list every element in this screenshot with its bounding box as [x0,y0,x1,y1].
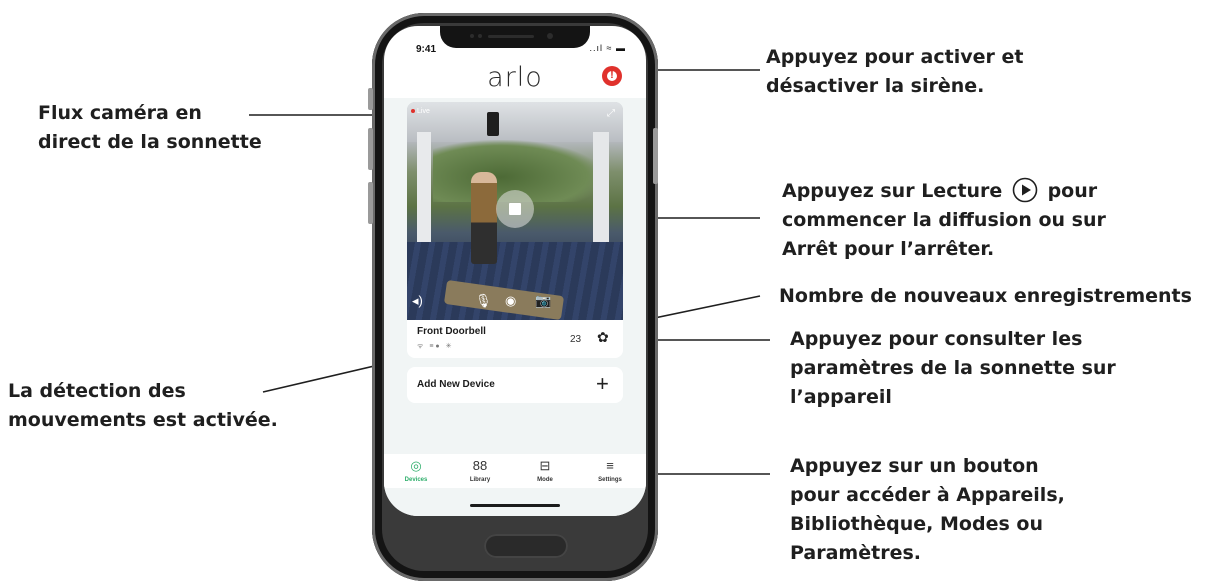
callout-line: direct de la sonnette [38,131,262,153]
microphone-icon[interactable]: 🎙 [475,294,492,308]
power-button [653,128,658,184]
plus-icon: + [596,371,609,396]
siren-callout: Appuyez pour activer et désactiver la si… [766,43,1023,101]
callout-line: l’appareil [790,386,892,408]
status-icons: ..ıl ≈ ▬ [589,43,626,53]
visitor [471,172,497,264]
volume-up-button [368,128,373,170]
stop-button[interactable] [496,190,534,228]
front-camera [547,33,553,39]
devices-icon: ◎ [410,458,422,473]
live-label: Live [417,108,430,115]
camera-feed[interactable]: Live ⤢ ◂) 🎙 ◉ 📷 [407,102,623,320]
tab-label: Settings [598,477,622,483]
silent-switch [368,88,373,110]
home-button [484,534,568,558]
callout-line: mouvements est activée. [8,409,278,431]
recordings-callout: Nombre de nouveaux enregistrements [779,282,1192,311]
device-name: Front Doorbell [417,326,486,337]
motion-callout: La détection des mouvements est activée. [8,377,278,435]
callout-line: Appuyez sur un bouton [790,455,1039,477]
speaker-icon[interactable]: ◂) [412,294,423,308]
tab-label: Library [469,477,491,483]
status-time: 9:41 [416,44,437,55]
play-callout: Appuyez sur Lecture pour commencer la di… [782,177,1106,264]
device-status-icons: ᯤ ≡● ✳ [417,343,454,350]
callout-line: désactiver la sirène. [766,75,985,97]
add-device-button[interactable]: Add New Device + [407,367,623,403]
device-card[interactable]: Front Doorbell ᯤ ≡● ✳ 23 ✿ [407,320,623,358]
snapshot-icon[interactable]: 📷 [535,294,551,308]
callout-line: Bibliothèque, Modes ou [790,513,1043,535]
mode-icon: ⊟ [539,458,551,473]
porch-ceiling [407,102,623,142]
callout-line: La détection des [8,380,186,402]
tab-label: Mode [537,477,553,483]
siren-button[interactable]: ! [602,66,622,86]
earpiece [488,35,534,38]
recordings-count[interactable]: 23 [570,334,581,345]
callout-line: Nombre de nouveaux enregistrements [779,285,1192,307]
callout-line: paramètres de la sonnette sur [790,357,1116,379]
callout-line: Appuyez pour activer et [766,46,1024,68]
sensor-dot [478,34,482,38]
alert-icon: ! [610,69,614,81]
fullscreen-icon[interactable]: ⤢ [607,108,615,119]
menu-icon: ≡ [606,458,614,473]
record-icon[interactable]: ◉ [505,294,516,308]
porch-lantern [487,112,499,136]
porch-column [593,132,609,252]
tab-bar: ◎ Devices 88 Library ⊟ Mode ≡ Settings [384,454,646,488]
tab-label: Devices [404,477,428,483]
live-feed-callout: Flux caméra en direct de la sonnette [38,99,262,157]
porch-column [417,132,431,252]
tab-devices[interactable]: ◎ Devices [388,458,444,483]
callout-line: Appuyez pour consulter les [790,328,1083,350]
settings-callout: Appuyez pour consulter les paramètres de… [790,325,1116,412]
tab-mode[interactable]: ⊟ Mode [517,458,573,483]
phone-screen: 9:41 ..ıl ≈ ▬ arlo ! Live ⤢ ◂) 🎙 ◉ 📷 Fro… [384,26,646,516]
callout-line: Flux caméra en [38,102,202,124]
sensor-dot [470,34,474,38]
live-dot [411,109,415,114]
callout-line: pour accéder à Appareils, [790,484,1065,506]
play-text: Appuyez sur Lecture [782,180,1003,202]
tab-library[interactable]: 88 Library [452,458,508,483]
callout-line: Arrêt pour l’arrêter. [782,238,995,260]
play-text-suffix: pour [1040,180,1098,202]
notch [440,26,590,48]
volume-down-button [368,182,373,224]
callout-line: Paramètres. [790,542,921,564]
add-device-label: Add New Device [417,379,495,390]
library-icon: 88 [472,458,488,473]
callout-line: commencer la diffusion ou sur [782,209,1106,231]
home-indicator [470,504,560,507]
callout-line: Appuyez sur Lecture pour [782,177,1106,206]
gear-icon[interactable]: ✿ [597,329,609,346]
live-badge: Live [411,108,430,115]
play-icon [1012,177,1038,203]
tabs-callout: Appuyez sur un bouton pour accéder à App… [790,452,1065,568]
tab-settings[interactable]: ≡ Settings [582,458,638,483]
